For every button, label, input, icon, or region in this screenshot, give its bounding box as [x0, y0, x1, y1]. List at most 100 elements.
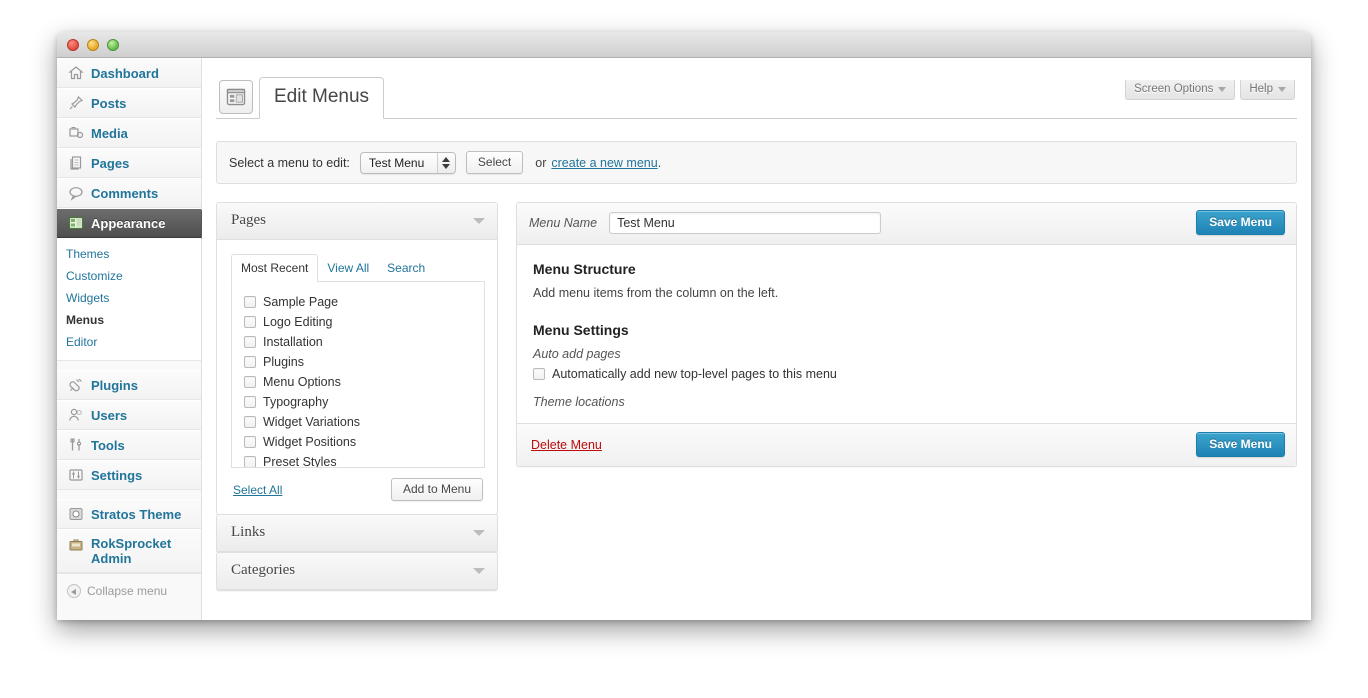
page-label: Widget Variations: [263, 413, 360, 431]
sidebar-item-plugins[interactable]: Plugins: [57, 370, 201, 400]
menu-name-input[interactable]: [609, 212, 881, 234]
zoom-window-button[interactable]: [107, 39, 119, 51]
browser-window: Dashboard Posts Media Pages: [57, 32, 1311, 620]
tab-most-recent[interactable]: Most Recent: [231, 254, 318, 282]
menu-structure-text: Add menu items from the column on the le…: [533, 286, 1280, 300]
stepper-arrows-icon: [437, 153, 455, 173]
admin-sidebar: Dashboard Posts Media Pages: [57, 58, 202, 620]
page-label: Plugins: [263, 353, 304, 371]
page-checkbox[interactable]: [244, 436, 256, 448]
page-checkbox[interactable]: [244, 416, 256, 428]
page-checkbox[interactable]: [244, 296, 256, 308]
list-item[interactable]: Plugins: [244, 352, 474, 372]
chevron-down-icon[interactable]: [473, 218, 485, 224]
sidebar-item-label: Media: [91, 126, 128, 141]
page-checkbox[interactable]: [244, 316, 256, 328]
close-window-button[interactable]: [67, 39, 79, 51]
left-column: Pages Most Recent View All Search Sample…: [216, 202, 498, 591]
sidebar-item-settings[interactable]: Settings: [57, 460, 201, 490]
theme-locations-label: Theme locations: [533, 395, 1280, 409]
list-item[interactable]: Sample Page: [244, 292, 474, 312]
users-icon: [66, 407, 86, 423]
collapse-menu-button[interactable]: Collapse menu: [57, 573, 201, 598]
admin-viewport: Dashboard Posts Media Pages: [57, 58, 1311, 620]
chevron-down-icon[interactable]: [473, 568, 485, 574]
sidebar-item-dashboard[interactable]: Dashboard: [57, 58, 201, 88]
page-label: Preset Styles: [263, 453, 337, 468]
list-item[interactable]: Menu Options: [244, 372, 474, 392]
tab-edit-menus[interactable]: Edit Menus: [259, 77, 384, 119]
menu-select-dropdown[interactable]: Test Menu: [360, 152, 456, 174]
sidebar-item-stratos-theme[interactable]: Stratos Theme: [57, 499, 201, 529]
chevron-down-icon[interactable]: [473, 530, 485, 536]
sidebar-item-comments[interactable]: Comments: [57, 178, 201, 208]
pages-panel-actions: Select All Add to Menu: [231, 468, 485, 503]
categories-panel-header[interactable]: Categories: [217, 553, 497, 590]
period-text: .: [658, 156, 661, 170]
page-checkbox[interactable]: [244, 396, 256, 408]
page-label: Typography: [263, 393, 328, 411]
categories-panel: Categories: [216, 552, 498, 591]
page-checkbox[interactable]: [244, 356, 256, 368]
add-to-menu-button[interactable]: Add to Menu: [391, 478, 483, 501]
minimize-window-button[interactable]: [87, 39, 99, 51]
menu-name-label: Menu Name: [529, 216, 597, 230]
menu-selector-bar: Select a menu to edit: Test Menu Select …: [216, 141, 1297, 184]
auto-add-option-label: Automatically add new top-level pages to…: [552, 367, 837, 381]
page-label: Sample Page: [263, 293, 338, 311]
tools-icon: [66, 437, 86, 453]
sidebar-item-media[interactable]: Media: [57, 118, 201, 148]
delete-menu-link[interactable]: Delete Menu: [531, 438, 602, 452]
sidebar-item-users[interactable]: Users: [57, 400, 201, 430]
select-menu-button[interactable]: Select: [466, 151, 523, 174]
pages-checkbox-list: Sample Page Logo Editing Installation Pl…: [231, 282, 485, 468]
list-item[interactable]: Typography: [244, 392, 474, 412]
links-panel: Links: [216, 514, 498, 553]
pages-icon: [66, 155, 86, 171]
list-item[interactable]: Widget Positions: [244, 432, 474, 452]
select-all-link[interactable]: Select All: [233, 483, 282, 497]
tab-search[interactable]: Search: [378, 255, 434, 281]
menu-settings-title: Menu Settings: [533, 322, 1280, 338]
list-item[interactable]: Installation: [244, 332, 474, 352]
save-menu-button-bottom[interactable]: Save Menu: [1196, 432, 1285, 457]
sidebar-item-appearance[interactable]: Appearance: [57, 208, 201, 238]
tab-view-all[interactable]: View All: [318, 255, 378, 281]
sidebar-item-label: RokSprocket Admin: [91, 536, 193, 566]
columns: Pages Most Recent View All Search Sample…: [216, 202, 1297, 591]
page-header: Edit Menus: [216, 58, 1297, 119]
page-label: Widget Positions: [263, 433, 356, 451]
submenu-item-customize[interactable]: Customize: [57, 265, 201, 287]
sidebar-item-tools[interactable]: Tools: [57, 430, 201, 460]
sidebar-item-posts[interactable]: Posts: [57, 88, 201, 118]
sidebar-item-label: Settings: [91, 468, 142, 483]
list-item[interactable]: Preset Styles: [244, 452, 474, 468]
right-column: Menu Name Save Menu Menu Structure Add m…: [516, 202, 1297, 467]
page-checkbox[interactable]: [244, 336, 256, 348]
page-checkbox[interactable]: [244, 376, 256, 388]
submenu-item-widgets[interactable]: Widgets: [57, 287, 201, 309]
create-new-menu-link[interactable]: create a new menu: [551, 156, 657, 170]
auto-add-option-row[interactable]: Automatically add new top-level pages to…: [533, 367, 1280, 381]
page-label: Installation: [263, 333, 323, 351]
pages-panel-header[interactable]: Pages: [217, 203, 497, 240]
submenu-item-menus[interactable]: Menus: [57, 309, 201, 331]
links-panel-title: Links: [231, 524, 265, 541]
save-menu-button-top[interactable]: Save Menu: [1196, 210, 1285, 235]
sidebar-item-label: Posts: [91, 96, 126, 111]
menu-select-value: Test Menu: [369, 156, 424, 170]
auto-add-checkbox[interactable]: [533, 368, 545, 380]
sidebar-item-roksprocket-admin[interactable]: RokSprocket Admin: [57, 529, 201, 573]
roksprocket-icon: [66, 537, 86, 553]
list-item[interactable]: Widget Variations: [244, 412, 474, 432]
pages-panel-body: Most Recent View All Search Sample Page …: [217, 240, 497, 514]
submenu-item-themes[interactable]: Themes: [57, 243, 201, 265]
submenu-item-editor[interactable]: Editor: [57, 331, 201, 353]
links-panel-header[interactable]: Links: [217, 515, 497, 552]
menu-selector-label: Select a menu to edit:: [229, 156, 350, 170]
menu-editor-panel: Menu Name Save Menu Menu Structure Add m…: [516, 202, 1297, 467]
list-item[interactable]: Logo Editing: [244, 312, 474, 332]
sidebar-item-label: Stratos Theme: [91, 507, 181, 522]
page-checkbox[interactable]: [244, 456, 256, 468]
sidebar-item-pages[interactable]: Pages: [57, 148, 201, 178]
